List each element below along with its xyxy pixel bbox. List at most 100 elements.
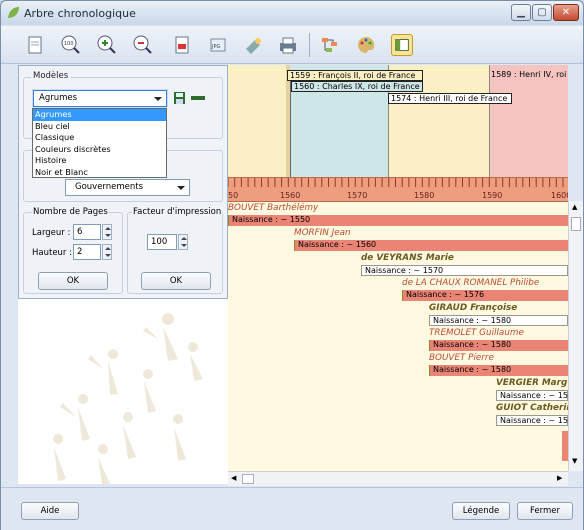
scroll-up-icon[interactable]: ▲ bbox=[572, 203, 577, 211]
axis-tick-label: 1590 bbox=[482, 191, 503, 200]
scroll-right-icon[interactable]: ▶ bbox=[557, 474, 562, 482]
person-name[interactable]: MORFIN Jean bbox=[294, 228, 351, 238]
scroll-down-icon[interactable]: ▼ bbox=[572, 457, 577, 465]
person-name[interactable]: TREMOLET Guillaume bbox=[429, 328, 524, 338]
person-name[interactable]: VERGIER Marg bbox=[496, 378, 567, 388]
axis-tick-label: 1570 bbox=[347, 191, 368, 200]
models-option[interactable]: Agrumes bbox=[33, 109, 166, 121]
height-input[interactable]: 2 bbox=[73, 244, 101, 260]
minimize-button[interactable]: ▁ bbox=[511, 4, 531, 21]
axis-ticks bbox=[228, 178, 564, 187]
width-label: Largeur : bbox=[32, 228, 71, 238]
birth-bar[interactable]: Naissance : ~ 1580 bbox=[429, 315, 568, 326]
remove-icon[interactable] bbox=[191, 96, 205, 100]
axis-tick-label: 1580 bbox=[414, 191, 435, 200]
birth-bar[interactable]: Naissance : ~ 15 bbox=[496, 415, 568, 426]
leaf-icon bbox=[8, 7, 19, 18]
history-selected-value: Gouvernements bbox=[75, 182, 144, 192]
models-group-title: Modèles bbox=[31, 71, 71, 81]
settings-panel: Modèles Agrumes Gouvernements Nombre de … bbox=[18, 65, 228, 299]
palette-icon[interactable] bbox=[355, 34, 377, 56]
pages-group-title: Nombre de Pages bbox=[32, 207, 109, 217]
scroll-left-icon[interactable]: ◀ bbox=[231, 474, 236, 482]
print-factor-input[interactable]: 100 bbox=[147, 234, 177, 250]
birth-bar[interactable]: Naissance : ~ 1570 bbox=[361, 265, 568, 276]
scroll-thumb[interactable] bbox=[571, 217, 581, 231]
print-factor-spinner[interactable] bbox=[178, 234, 188, 250]
legend-button[interactable]: Légende bbox=[452, 502, 510, 520]
close-icon: ✕ bbox=[561, 7, 571, 18]
models-option[interactable]: Histoire bbox=[33, 155, 166, 167]
models-select[interactable]: Agrumes bbox=[33, 90, 167, 107]
models-dropdown-list[interactable]: Agrumes Bleu ciel Classique Couleurs discrè… bbox=[32, 108, 167, 178]
close-dialog-button[interactable]: Fermer bbox=[517, 502, 573, 520]
footer-bar: Aide Légende Fermer bbox=[1, 487, 583, 530]
jpg-icon[interactable]: JPG bbox=[207, 34, 229, 56]
width-input[interactable]: 6 bbox=[73, 224, 101, 240]
pages-ok-button[interactable]: OK bbox=[38, 272, 108, 290]
chevron-down-icon bbox=[177, 186, 185, 190]
main-window: Arbre chronologique ▁ ▢ ✕ 100 JPG Modèle… bbox=[0, 0, 584, 530]
print-factor-title: Facteur d'impression bbox=[132, 207, 223, 217]
maximize-button[interactable]: ▢ bbox=[532, 4, 552, 21]
history-select[interactable]: Gouvernements bbox=[65, 179, 190, 196]
pdf-icon[interactable] bbox=[171, 34, 193, 56]
close-button[interactable]: ✕ bbox=[553, 4, 579, 21]
birth-bar[interactable]: Naissance : ~ 1560 bbox=[294, 240, 568, 251]
reign-label[interactable]: 1559 : François II, roi de France bbox=[287, 70, 423, 81]
timeline-view[interactable]: 1559 : François II, roi de France 1560 :… bbox=[228, 65, 568, 471]
person-name[interactable]: GIRAUD Françoise bbox=[429, 303, 517, 313]
models-option[interactable]: Noir et Blanc bbox=[33, 167, 166, 179]
paint-icon[interactable] bbox=[243, 34, 265, 56]
birth-bar[interactable]: Naissance : ~ 1580 bbox=[429, 365, 568, 376]
svg-text:100: 100 bbox=[64, 41, 74, 47]
axis-tick-label: 1600 bbox=[551, 191, 568, 200]
save-icon[interactable] bbox=[173, 91, 186, 105]
zoom-out-icon[interactable] bbox=[131, 34, 153, 56]
width-spinner[interactable] bbox=[102, 224, 112, 240]
svg-text:JPG: JPG bbox=[211, 44, 220, 50]
dancing-figures-illustration bbox=[53, 313, 203, 484]
print-factor-ok-button[interactable]: OK bbox=[141, 272, 211, 290]
height-spinner[interactable] bbox=[102, 244, 112, 260]
person-name[interactable]: de VEYRANS Marie bbox=[361, 253, 454, 263]
models-option[interactable]: Classique bbox=[33, 132, 166, 144]
birth-bar[interactable]: Naissance : ~ 1576 bbox=[402, 290, 568, 301]
person-name[interactable]: GUIOT Catherin bbox=[496, 403, 568, 413]
vertical-scrollbar[interactable]: ▲ ▼ bbox=[568, 201, 583, 471]
decorative-figures-image bbox=[18, 299, 228, 484]
height-label: Hauteur : bbox=[32, 248, 72, 258]
minimize-icon: ▁ bbox=[517, 7, 525, 18]
person-name[interactable]: BOUVET Pierre bbox=[429, 353, 494, 363]
birth-bar[interactable]: Naissance : ~ 1550 bbox=[228, 215, 568, 226]
zoom-in-icon[interactable] bbox=[95, 34, 117, 56]
tree-layout-icon[interactable] bbox=[319, 34, 341, 56]
models-selected-value: Agrumes bbox=[39, 93, 78, 103]
birth-bar[interactable]: Naissance : ~ 1580 bbox=[429, 340, 568, 351]
reign-line bbox=[290, 81, 291, 177]
axis-tick-label: 1560 bbox=[280, 191, 301, 200]
title-bar: Arbre chronologique ▁ ▢ ✕ bbox=[1, 1, 583, 25]
person-name[interactable]: de LA CHAUX ROMANEL Philibe bbox=[402, 278, 539, 288]
panel-toggle-icon[interactable] bbox=[391, 34, 413, 56]
horizontal-scrollbar[interactable]: ◀ ▶ bbox=[228, 471, 568, 486]
toolbar: 100 JPG bbox=[1, 26, 583, 64]
timeline-axis: 50 1560 1570 1580 1590 1600 bbox=[228, 177, 568, 202]
toolbar-separator bbox=[309, 33, 310, 57]
reign-band-henri4 bbox=[489, 65, 568, 177]
models-option[interactable]: Bleu ciel bbox=[33, 121, 166, 133]
reign-label[interactable]: 1560 : Charles IX, roi de France bbox=[291, 81, 423, 92]
reign-label[interactable]: 1589 : Henri IV, roi de bbox=[489, 70, 568, 79]
birth-bar[interactable]: Naissance : ~ 15 bbox=[496, 390, 568, 401]
zoom-100-icon[interactable]: 100 bbox=[59, 34, 81, 56]
scroll-thumb[interactable] bbox=[242, 474, 254, 484]
reign-label[interactable]: 1574 : Henri III, roi de France bbox=[388, 93, 512, 104]
window-title: Arbre chronologique bbox=[24, 7, 136, 20]
page-icon[interactable] bbox=[24, 34, 46, 56]
axis-tick-label: 50 bbox=[228, 191, 239, 200]
person-name[interactable]: BOUVET Barthélémy bbox=[228, 203, 318, 213]
models-option[interactable]: Couleurs discrètes bbox=[33, 144, 166, 156]
print-icon[interactable] bbox=[277, 34, 299, 56]
chevron-down-icon bbox=[154, 97, 162, 101]
help-button[interactable]: Aide bbox=[21, 502, 79, 520]
